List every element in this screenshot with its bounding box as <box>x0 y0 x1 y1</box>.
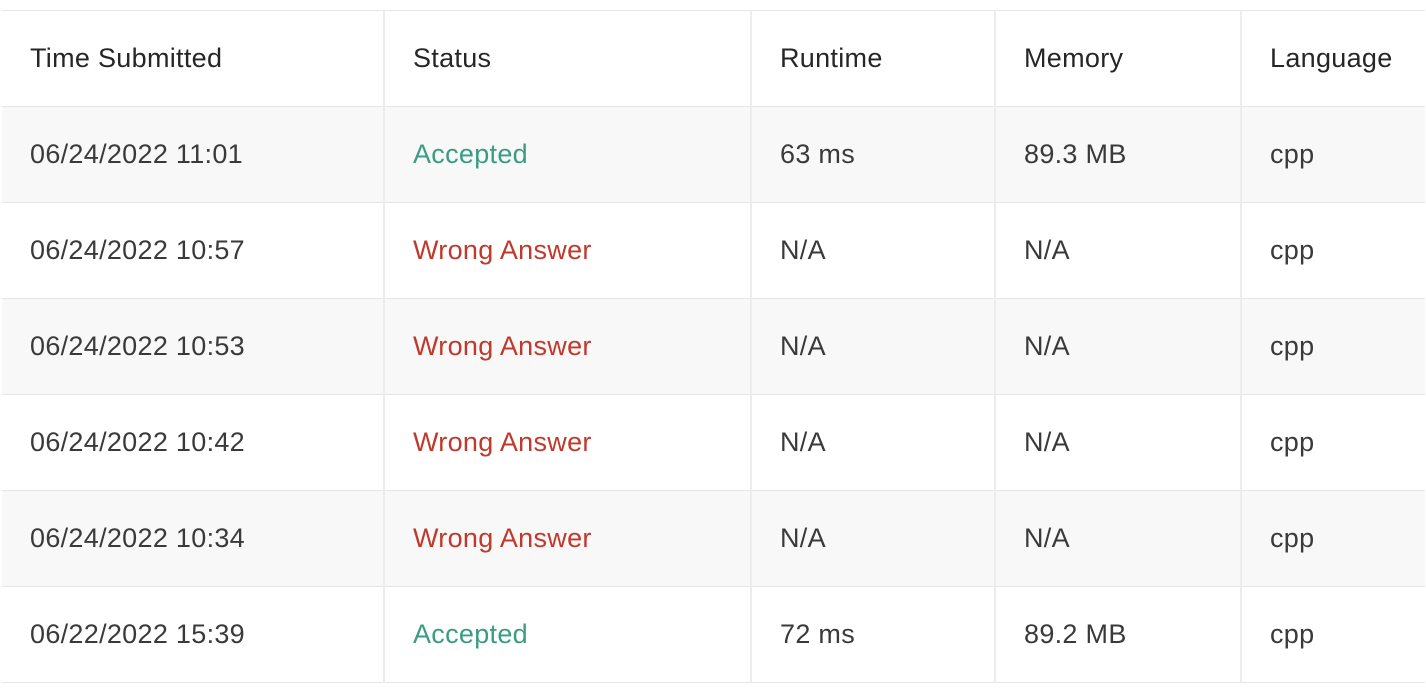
cell-language: cpp <box>1240 490 1425 587</box>
cell-time-submitted: 06/24/2022 10:53 <box>2 298 384 395</box>
cell-language: cpp <box>1240 394 1425 491</box>
cell-memory: N/A <box>994 202 1241 299</box>
table-body: 06/24/2022 11:01 Accepted 63 ms 89.3 MB … <box>2 106 1425 683</box>
cell-runtime: 63 ms <box>750 106 995 203</box>
cell-status: Accepted <box>383 586 751 683</box>
header-language[interactable]: Language <box>1240 10 1425 107</box>
cell-runtime: N/A <box>750 490 995 587</box>
cell-runtime: 72 ms <box>750 586 995 683</box>
header-memory[interactable]: Memory <box>994 10 1241 107</box>
cell-memory: N/A <box>994 394 1241 491</box>
cell-language: cpp <box>1240 106 1425 203</box>
table-row: 06/22/2022 15:39 Accepted 72 ms 89.2 MB … <box>2 586 1425 683</box>
submissions-table: Time Submitted Status Runtime Memory Lan… <box>2 10 1425 683</box>
table-header-row: Time Submitted Status Runtime Memory Lan… <box>2 10 1425 107</box>
cell-time-submitted: 06/22/2022 15:39 <box>2 586 384 683</box>
cell-language: cpp <box>1240 586 1425 683</box>
cell-memory: 89.2 MB <box>994 586 1241 683</box>
cell-time-submitted: 06/24/2022 11:01 <box>2 106 384 203</box>
status-link[interactable]: Accepted <box>413 619 528 649</box>
cell-status: Wrong Answer <box>383 202 751 299</box>
table-row: 06/24/2022 10:57 Wrong Answer N/A N/A cp… <box>2 202 1425 299</box>
cell-language: cpp <box>1240 202 1425 299</box>
cell-time-submitted: 06/24/2022 10:57 <box>2 202 384 299</box>
status-link[interactable]: Wrong Answer <box>413 427 592 457</box>
cell-runtime: N/A <box>750 202 995 299</box>
header-runtime[interactable]: Runtime <box>750 10 995 107</box>
cell-status: Wrong Answer <box>383 394 751 491</box>
header-status[interactable]: Status <box>383 10 751 107</box>
table-row: 06/24/2022 10:42 Wrong Answer N/A N/A cp… <box>2 394 1425 491</box>
table-row: 06/24/2022 11:01 Accepted 63 ms 89.3 MB … <box>2 106 1425 203</box>
submissions-table-container: Time Submitted Status Runtime Memory Lan… <box>2 10 1425 683</box>
cell-status: Wrong Answer <box>383 298 751 395</box>
cell-memory: 89.3 MB <box>994 106 1241 203</box>
header-time-submitted[interactable]: Time Submitted <box>2 10 384 107</box>
cell-status: Accepted <box>383 106 751 203</box>
cell-runtime: N/A <box>750 394 995 491</box>
status-link[interactable]: Wrong Answer <box>413 331 592 361</box>
cell-time-submitted: 06/24/2022 10:42 <box>2 394 384 491</box>
cell-runtime: N/A <box>750 298 995 395</box>
table-row: 06/24/2022 10:34 Wrong Answer N/A N/A cp… <box>2 490 1425 587</box>
table-row: 06/24/2022 10:53 Wrong Answer N/A N/A cp… <box>2 298 1425 395</box>
cell-status: Wrong Answer <box>383 490 751 587</box>
status-link[interactable]: Accepted <box>413 139 528 169</box>
cell-memory: N/A <box>994 490 1241 587</box>
cell-time-submitted: 06/24/2022 10:34 <box>2 490 384 587</box>
cell-language: cpp <box>1240 298 1425 395</box>
status-link[interactable]: Wrong Answer <box>413 523 592 553</box>
status-link[interactable]: Wrong Answer <box>413 235 592 265</box>
cell-memory: N/A <box>994 298 1241 395</box>
